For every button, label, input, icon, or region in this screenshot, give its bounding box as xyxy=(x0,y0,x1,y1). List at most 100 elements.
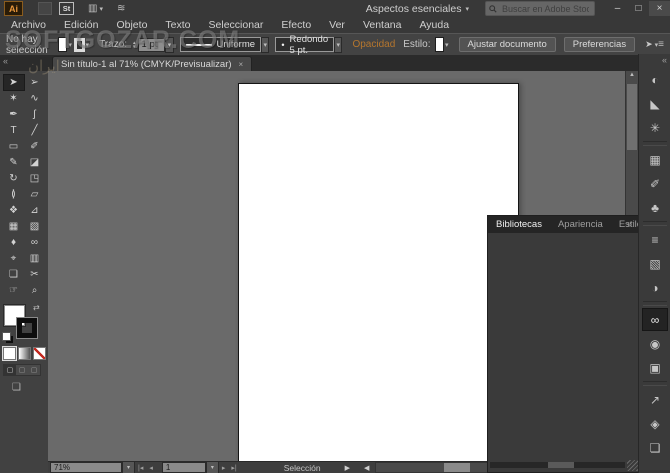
next-artboard-button[interactable]: ▸ xyxy=(222,464,226,472)
minimize-button[interactable]: – xyxy=(607,1,628,16)
tool-hand[interactable]: ☞ xyxy=(4,283,24,298)
stroke-width-dropdown[interactable]: ▾ xyxy=(165,36,174,53)
style-swatch[interactable] xyxy=(434,37,444,52)
brush-definition-caret[interactable]: ▾ xyxy=(334,36,343,53)
restore-button[interactable]: □ xyxy=(628,1,649,16)
menu-edicion[interactable]: Edición xyxy=(55,17,107,33)
workspace-switcher[interactable]: Aspectos esenciales ▾ xyxy=(366,3,469,15)
layers-panel-icon[interactable]: ◈ xyxy=(642,412,668,435)
tool-blend[interactable]: ∞ xyxy=(25,235,45,250)
menu-objeto[interactable]: Objeto xyxy=(107,17,156,33)
search-input[interactable] xyxy=(500,2,591,15)
panel-horizontal-scrollbar[interactable] xyxy=(490,462,625,468)
tool-shape-builder[interactable]: ❖ xyxy=(4,203,24,218)
stroke-label[interactable]: Trazo: xyxy=(99,39,127,50)
opacity-link[interactable]: Opacidad xyxy=(352,39,395,50)
none-mode-button[interactable] xyxy=(33,347,46,360)
tool-pen[interactable]: ✒ xyxy=(4,107,24,122)
graphic-styles-panel-icon[interactable]: ▣ xyxy=(642,356,668,379)
tool-eraser[interactable]: ◪ xyxy=(25,155,45,170)
panel-tab-apariencia[interactable]: Apariencia xyxy=(550,216,611,233)
screen-mode-button[interactable]: ❏ xyxy=(12,382,21,393)
tool-curvature[interactable]: ʃ xyxy=(25,107,45,122)
tool-symbol-sprayer[interactable]: ⌖ xyxy=(4,251,24,266)
tool-gradient[interactable]: ▧ xyxy=(25,219,45,234)
fill-color-swatch[interactable] xyxy=(57,37,68,52)
tool-perspective-grid[interactable]: ⊿ xyxy=(25,203,45,218)
export-panel-icon[interactable]: ↗ xyxy=(642,388,668,411)
panel-tab-overflow-icon[interactable]: » xyxy=(627,216,637,233)
brushes-panel-icon[interactable]: ✐ xyxy=(642,172,668,195)
stroke-panel-icon[interactable]: ≡ xyxy=(642,228,668,251)
menu-ventana[interactable]: Ventana xyxy=(354,17,411,33)
brush-definition-dropdown[interactable]: • Redondo 5 pt. xyxy=(275,34,335,56)
tool-direct-selection[interactable]: ➢ xyxy=(25,75,45,90)
vertical-scrollbar-thumb[interactable] xyxy=(627,84,637,150)
tool-lasso[interactable]: ∿ xyxy=(25,91,45,106)
chevron-down-icon[interactable]: ▾ xyxy=(68,41,72,49)
stock-search[interactable] xyxy=(485,1,595,16)
tool-scale[interactable]: ◳ xyxy=(25,171,45,186)
tool-selection[interactable]: ➤ xyxy=(2,73,25,91)
panel-resize-grip[interactable] xyxy=(627,460,638,471)
tool-zoom[interactable]: ⌕ xyxy=(25,283,45,298)
stroke-width-field[interactable]: 1 pt xyxy=(137,37,166,52)
artboard-number-dropdown[interactable]: ▾ xyxy=(205,461,219,473)
close-button[interactable]: × xyxy=(649,1,670,16)
draw-behind-button[interactable]: ▢ xyxy=(16,365,28,375)
libraries-panel-body[interactable] xyxy=(488,233,639,460)
expand-panels-icon[interactable]: « xyxy=(639,54,670,67)
tool-magic-wand[interactable]: ✶ xyxy=(4,91,24,106)
tool-rotate[interactable]: ↻ xyxy=(4,171,24,186)
draw-normal-button[interactable]: ▢ xyxy=(4,365,16,375)
tool-column-graph[interactable]: ▥ xyxy=(25,251,45,266)
tool-slice[interactable]: ✂ xyxy=(25,267,45,282)
zoom-level-dropdown[interactable]: ▾ xyxy=(122,461,135,473)
panel-scrollbar-thumb[interactable] xyxy=(548,462,574,468)
menu-ver[interactable]: Ver xyxy=(320,17,354,33)
gradient-mode-button[interactable] xyxy=(18,347,31,360)
stroke-width-stepper[interactable]: ▴ ▾ xyxy=(133,40,136,49)
adobe-stock-icon[interactable]: St xyxy=(59,2,74,15)
tool-rectangle[interactable]: ▭ xyxy=(4,139,24,154)
scroll-up-icon[interactable]: ▲ xyxy=(626,72,638,78)
stroke-profile-dropdown[interactable]: Uniforme xyxy=(179,37,262,52)
zoom-level-field[interactable]: 71% xyxy=(50,462,122,473)
last-artboard-button[interactable]: ▸| xyxy=(231,464,236,472)
menu-archivo[interactable]: Archivo xyxy=(2,17,55,33)
chevron-down-icon[interactable]: ▾ xyxy=(445,41,449,49)
draw-inside-button[interactable]: ▢ xyxy=(28,365,40,375)
color-panel-icon[interactable]: ◐ xyxy=(642,68,668,91)
stroke-indicator[interactable] xyxy=(16,317,38,339)
tool-type[interactable]: T xyxy=(4,123,24,138)
menu-seleccionar[interactable]: Seleccionar xyxy=(200,17,273,33)
tool-eyedropper[interactable]: ♦ xyxy=(4,235,24,250)
close-tab-icon[interactable]: × xyxy=(239,60,244,69)
menu-ayuda[interactable]: Ayuda xyxy=(410,17,458,33)
color-themes-panel-icon[interactable]: ✳ xyxy=(642,116,668,139)
libraries-panel-icon[interactable]: ∞ xyxy=(642,308,668,331)
tool-mesh[interactable]: ▦ xyxy=(4,219,24,234)
panel-tab-bibliotecas[interactable]: Bibliotecas xyxy=(488,216,550,233)
menu-efecto[interactable]: Efecto xyxy=(272,17,320,33)
gradient-panel-icon[interactable]: ▧ xyxy=(642,252,668,275)
sync-status-icon[interactable]: ≋ xyxy=(117,3,125,14)
preferences-button[interactable]: Preferencias xyxy=(563,37,636,52)
stroke-color-swatch[interactable] xyxy=(73,37,85,52)
color-mode-button[interactable] xyxy=(2,346,17,361)
scroll-left-icon[interactable]: ◀ xyxy=(364,464,369,472)
default-fill-stroke-icon[interactable] xyxy=(2,332,11,341)
tools-collapse-icon[interactable]: « xyxy=(3,56,8,66)
appearance-panel-icon[interactable]: ◉ xyxy=(642,332,668,355)
horizontal-scrollbar-thumb[interactable] xyxy=(444,463,471,472)
swatches-panel-icon[interactable]: ▦ xyxy=(642,148,668,171)
transparency-panel-icon[interactable]: ◑ xyxy=(642,276,668,299)
control-panel-menu-icon[interactable]: ≡ xyxy=(658,39,664,50)
first-artboard-button[interactable]: |◂ xyxy=(138,464,143,472)
document-tab[interactable]: Sin título-1 al 71% (CMYK/Previsualizar)… xyxy=(52,56,253,72)
fit-document-button[interactable]: Ajustar documento xyxy=(458,37,556,52)
tool-artboard[interactable]: ❏ xyxy=(4,267,24,282)
tool-line-segment[interactable]: ╱ xyxy=(25,123,45,138)
stroke-profile-caret[interactable]: ▾ xyxy=(261,36,270,53)
tool-pencil[interactable]: ✎ xyxy=(4,155,24,170)
